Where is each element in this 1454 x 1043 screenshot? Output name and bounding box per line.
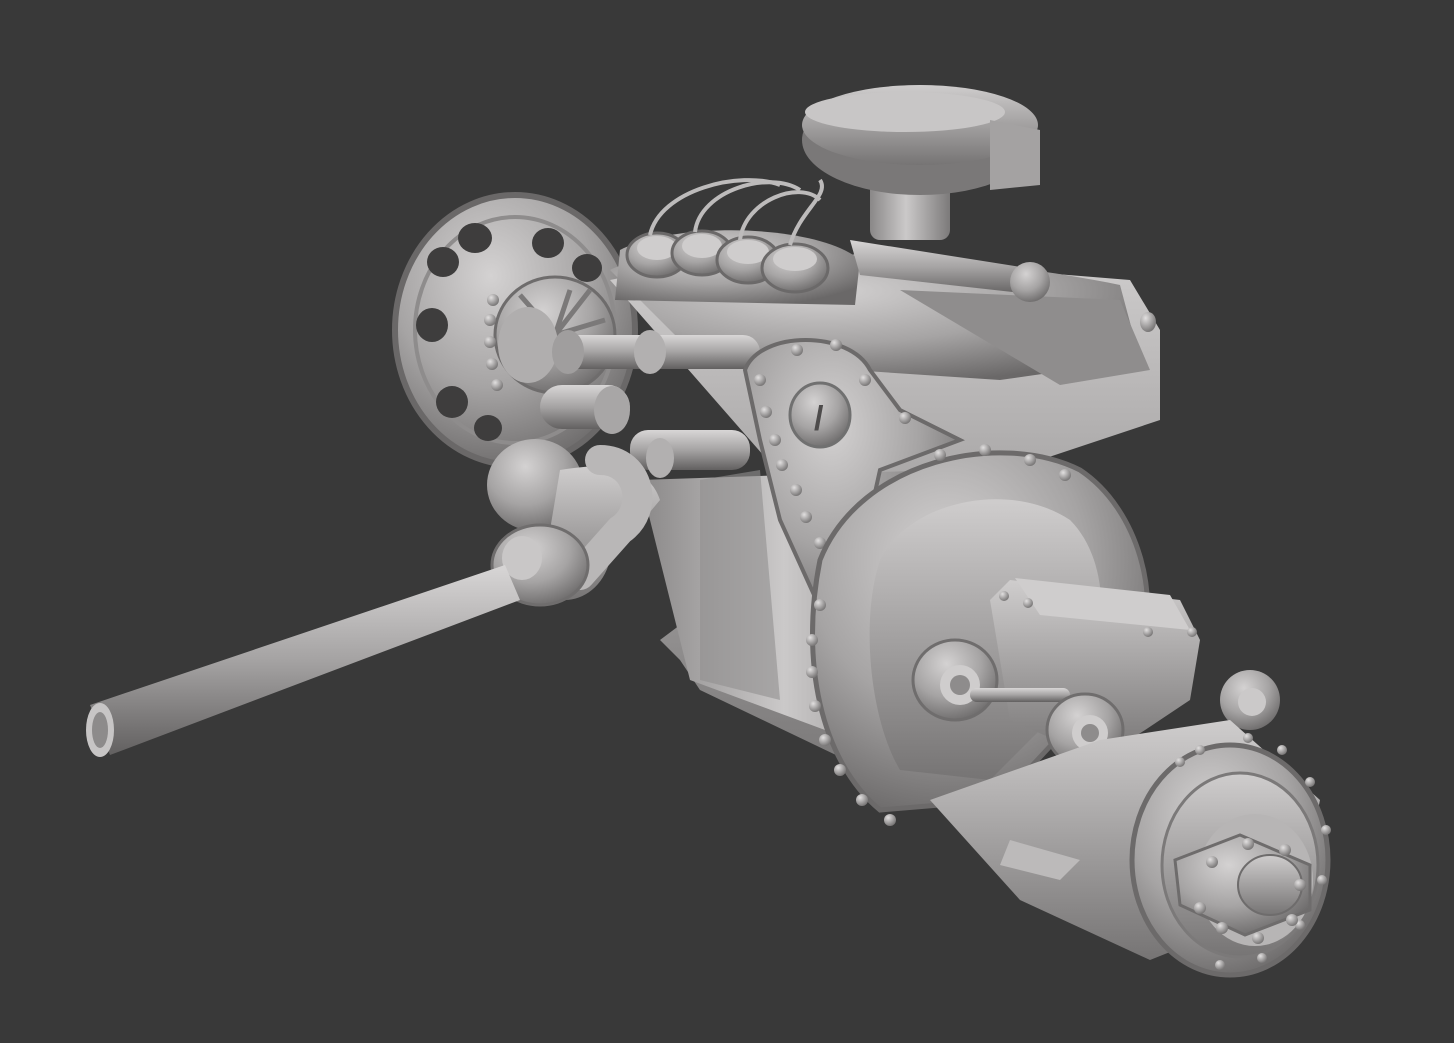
- render-viewport: /: [0, 0, 1454, 1043]
- exhaust-pipe: [86, 565, 520, 757]
- ignition-caps: [615, 178, 1050, 305]
- block-side-bolt: [1140, 312, 1156, 332]
- engine-render: /: [86, 85, 1331, 978]
- exhaust-manifold: [487, 439, 660, 607]
- air-cleaner: [802, 85, 1040, 240]
- dial-glyph: /: [814, 400, 824, 438]
